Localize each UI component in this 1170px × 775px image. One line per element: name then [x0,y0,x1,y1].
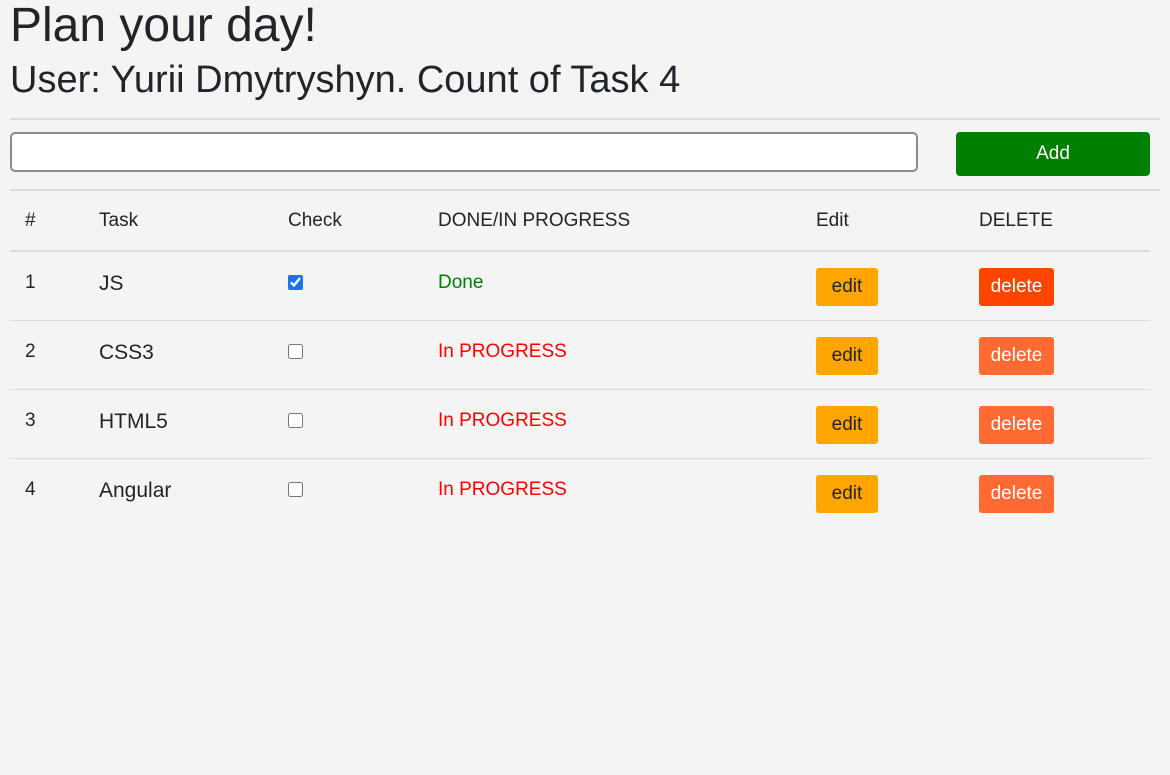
row-edit-cell: edit [801,458,964,527]
row-delete-cell: delete [964,458,1150,527]
row-edit-cell: edit [801,320,964,390]
table-row: 4 Angular In PROGRESS edit delete [10,458,1150,527]
row-edit-cell: edit [801,389,964,459]
row-check-cell [273,320,423,390]
task-count: 4 [659,59,681,101]
header-check: Check [273,191,423,252]
row-task: JS [84,251,273,321]
task-input[interactable] [10,132,918,172]
task-table: # Task Check DONE/IN PROGRESS Edit DELET… [10,191,1150,527]
row-status: In PROGRESS [423,320,801,390]
header-edit: Edit [801,191,964,252]
edit-button[interactable]: edit [816,405,878,444]
page-title: Plan your day! [10,0,317,52]
header-num: # [10,191,84,252]
add-button[interactable]: Add [956,132,1150,176]
row-num: 2 [10,320,84,390]
row-edit-cell: edit [801,251,964,321]
row-num: 3 [10,389,84,459]
delete-button[interactable]: delete [979,268,1054,306]
row-checkbox[interactable] [288,275,303,290]
row-task: HTML5 [84,389,273,459]
row-check-cell [273,458,423,527]
row-num: 4 [25,478,36,500]
planner-page: Plan your day! User: Yurii Dmytryshyn. C… [10,0,1160,527]
edit-button[interactable]: edit [816,268,878,306]
row-delete-cell: delete [964,251,1150,321]
add-task-form: Add [10,120,1160,189]
table-header-row: # Task Check DONE/IN PROGRESS Edit DELET… [10,191,1150,252]
table-row: 1 JS Done edit delete [10,251,1150,321]
header-delete: DELETE [964,191,1150,252]
edit-button[interactable]: edit [816,336,878,375]
row-checkbox[interactable] [288,481,303,497]
row-status: In PROGRESS [438,478,567,500]
row-checkbox[interactable] [288,412,303,428]
delete-button[interactable]: delete [979,474,1054,513]
delete-button[interactable]: delete [979,405,1054,444]
edit-button[interactable]: edit [816,474,878,513]
header-status: DONE/IN PROGRESS [423,191,801,252]
row-status: Done [423,251,801,321]
table-row: 2 CSS3 In PROGRESS edit delete [10,320,1150,390]
user-prefix: User: [10,59,111,101]
row-task: Angular [99,478,172,502]
row-checkbox[interactable] [288,343,303,359]
row-num: 1 [10,251,84,321]
row-check-cell [273,389,423,459]
row-task: CSS3 [84,320,273,390]
count-label: . Count of Task [395,59,660,101]
user-name: Yurii Dmytryshyn [110,59,396,101]
table-row: 3 HTML5 In PROGRESS edit delete [10,389,1150,459]
row-check-cell [273,251,423,321]
row-delete-cell: delete [964,320,1150,390]
header-task: Task [84,191,273,252]
row-delete-cell: delete [964,389,1150,459]
row-status: In PROGRESS [423,389,801,459]
user-summary: User: Yurii Dmytryshyn. Count of Task 4 [10,58,1160,118]
delete-button[interactable]: delete [979,336,1054,375]
